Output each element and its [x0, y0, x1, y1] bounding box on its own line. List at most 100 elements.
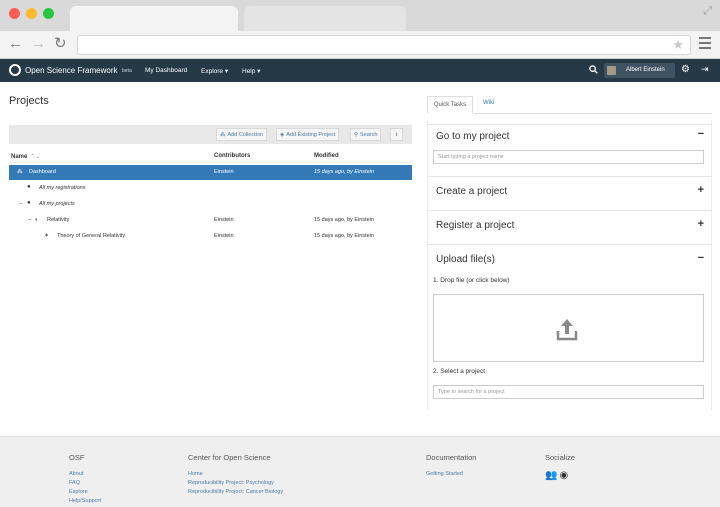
maximize-window-button[interactable] — [43, 8, 54, 19]
osf-brand-link[interactable]: Open Science Framework — [25, 66, 117, 75]
collapse-toggle-icon[interactable]: − — [19, 201, 22, 207]
row-name: All my registrations — [39, 185, 86, 191]
add-existing-label: Add Existing Project — [286, 132, 336, 138]
browser-tab-inactive[interactable] — [244, 6, 406, 31]
file-dropzone[interactable] — [433, 294, 704, 362]
upload-step-1: 1. Drop file (or click below) — [433, 277, 510, 284]
info-label: i — [395, 132, 398, 138]
select-project-input[interactable]: Type to search for a project — [433, 385, 704, 399]
project-icon: ◐ — [35, 217, 39, 223]
footer-col-cos: Center for Open Science Home Reproducibi… — [188, 453, 283, 497]
row-name: All my projects — [39, 201, 75, 207]
row-contributors: Einstein — [214, 169, 234, 175]
row-modified: 15 days ago, by Einstein — [314, 233, 374, 239]
row-name: Dashboard — [29, 169, 56, 175]
info-button[interactable]: i — [390, 128, 403, 141]
section-title: Create a project — [436, 186, 508, 197]
close-window-button[interactable] — [9, 8, 20, 19]
collapse-icon[interactable]: − — [698, 128, 704, 140]
footer-link[interactable]: About — [69, 470, 101, 479]
footer: OSF About FAQ Explore Help/Support Cente… — [0, 436, 720, 507]
osf-navbar: Open Science Framework beta My Dashboard… — [0, 59, 720, 82]
tab-quick-tasks[interactable]: Quick Tasks — [427, 96, 473, 114]
row-name: Theory of General Relativity — [57, 233, 126, 239]
github-icon[interactable]: ◉ — [559, 470, 568, 481]
column-header-modified: Modified — [314, 153, 339, 159]
sort-arrows-icon[interactable]: ⌃⌄ — [30, 154, 40, 160]
section-title: Register a project — [436, 220, 515, 231]
project-search-input[interactable]: Start typing a project name — [433, 150, 704, 164]
section-register-project[interactable]: Register a project + — [427, 210, 712, 244]
user-name: Albert Einstein — [626, 67, 665, 73]
gear-icon[interactable]: ⚙ — [681, 64, 690, 75]
footer-col-docs: Documentation Getting Started — [426, 453, 476, 479]
section-title: Go to my project — [436, 131, 510, 142]
footer-col-social: Socialize 👥 ◉ — [545, 453, 575, 481]
browser-toolbar: ← → ↻ ★ — [0, 31, 720, 59]
row-contributors: Einstein — [214, 233, 234, 239]
fullscreen-icon[interactable]: ⤢ — [703, 5, 712, 18]
footer-link[interactable]: FAQ — [69, 479, 101, 488]
add-collection-button[interactable]: ⁂ Add Collection — [216, 128, 267, 141]
users-icon[interactable]: 👥 — [545, 470, 557, 481]
bookmark-star-icon[interactable]: ★ — [672, 37, 684, 53]
section-go-to-project: Go to my project − Start typing a projec… — [427, 124, 712, 176]
row-modified: 15 days ago, by Einstein — [314, 217, 374, 223]
back-arrow-icon[interactable]: ← — [8, 36, 23, 52]
collapse-icon[interactable]: − — [698, 252, 704, 264]
nav-my-dashboard[interactable]: My Dashboard — [145, 67, 187, 74]
bullet-icon: ● — [27, 184, 31, 190]
cubes-icon: ⁂ — [220, 132, 226, 138]
collapse-toggle-icon[interactable]: − — [28, 217, 31, 223]
upload-step-2: 2. Select a project — [433, 368, 486, 375]
search-icon[interactable] — [589, 65, 598, 74]
footer-link[interactable]: Getting Started — [426, 470, 476, 479]
reload-icon[interactable]: ↻ — [54, 36, 67, 52]
footer-heading: Socialize — [545, 453, 576, 462]
address-bar[interactable]: ★ — [77, 35, 691, 55]
browser-menu-icon[interactable] — [699, 37, 711, 52]
tree-row-registrations[interactable]: ● All my registrations — [9, 181, 412, 196]
cube-icon: ◈ — [280, 132, 285, 138]
bullet-icon: ● — [27, 200, 31, 206]
tree-row-dashboard[interactable]: ⁂ Dashboard Einstein 15 days ago, by Ein… — [9, 165, 412, 180]
column-header-name[interactable]: Name ⌃⌄ — [11, 153, 40, 160]
footer-heading: OSF — [69, 453, 85, 462]
page-title: Projects — [9, 95, 49, 107]
row-name: Relativity — [47, 217, 70, 223]
tree-row-all-projects[interactable]: − ● All my projects — [9, 197, 412, 212]
footer-link[interactable]: Explore — [69, 488, 101, 497]
row-contributors: Einstein — [214, 217, 234, 223]
project-tree-toolbar: ⁂ Add Collection ◈ Add Existing Project ⚲ S… — [9, 125, 412, 144]
footer-link[interactable]: Home — [188, 470, 283, 479]
expand-icon[interactable]: + — [698, 184, 704, 196]
footer-link[interactable]: Help/Support — [69, 497, 101, 506]
minimize-window-button[interactable] — [26, 8, 37, 19]
tab-wiki[interactable]: Wiki — [483, 100, 494, 106]
osf-logo-icon[interactable] — [9, 64, 21, 76]
tree-row-relativity[interactable]: − ◐ Relativity Einstein 15 days ago, by … — [9, 213, 412, 228]
footer-link[interactable]: Reproducibility Project: Psychology — [188, 479, 283, 488]
browser-tab-active[interactable] — [70, 6, 238, 31]
footer-col-osf: OSF About FAQ Explore Help/Support — [69, 453, 101, 506]
footer-heading: Center for Open Science — [188, 453, 271, 462]
tree-row-general-relativity[interactable]: ǂ Theory of General Relativity Einstein … — [9, 229, 412, 244]
beta-label: beta — [122, 68, 132, 74]
forward-arrow-icon[interactable]: → — [31, 36, 46, 52]
user-menu-button[interactable]: Albert Einstein — [604, 63, 675, 78]
divider — [9, 162, 412, 163]
add-existing-project-button[interactable]: ◈ Add Existing Project — [276, 128, 340, 141]
expand-icon[interactable]: + — [698, 218, 704, 230]
nav-help[interactable]: Help ▾ — [242, 67, 260, 75]
column-header-contributors: Contributors — [214, 153, 251, 159]
search-icon: ⚲ — [354, 132, 359, 138]
upload-icon — [556, 319, 578, 341]
search-button[interactable]: ⚲ Search — [350, 128, 382, 141]
section-create-project[interactable]: Create a project + — [427, 176, 712, 210]
footer-link[interactable]: Reproducibility Project: Cancer Biology — [188, 488, 283, 497]
nav-explore[interactable]: Explore ▾ — [201, 67, 228, 75]
component-icon: ǂ — [45, 233, 49, 239]
cubes-icon: ⁂ — [17, 169, 23, 175]
sign-out-icon[interactable]: ⇥ — [701, 64, 709, 75]
column-name-label: Name — [11, 154, 28, 160]
